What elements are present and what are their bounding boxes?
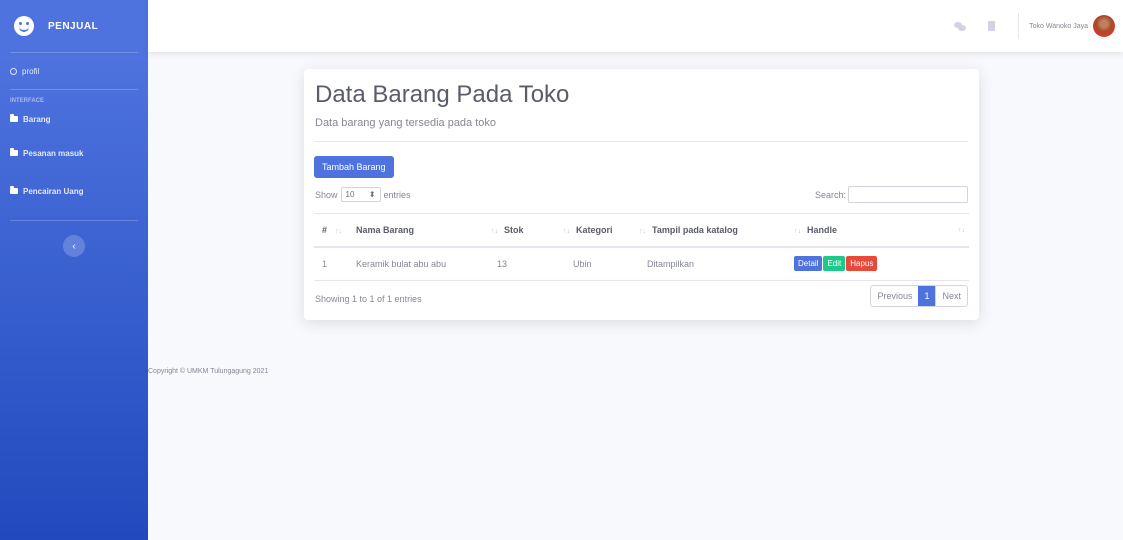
page-title: Data Barang Pada Toko <box>315 81 570 108</box>
smile-icon <box>14 16 34 36</box>
data-card: Data Barang Pada Toko Data barang yang t… <box>304 69 979 320</box>
sidebar-item-profil[interactable]: profil <box>0 53 148 89</box>
pagination: Previous 1 Next <box>870 285 968 307</box>
sidebar-item-label: Barang <box>23 114 51 124</box>
sidebar-item-label: Pencairan Uang <box>23 186 84 196</box>
document-icon[interactable] <box>986 21 998 31</box>
cell-handle: Detail Edit Hapus <box>786 246 969 281</box>
avatar[interactable] <box>1093 15 1115 37</box>
cell-no: 1 <box>314 246 349 281</box>
user-name[interactable]: Toko Wanoko Jaya <box>1029 23 1088 30</box>
detail-button[interactable]: Detail <box>794 256 823 272</box>
show-label: Show <box>315 189 338 200</box>
topbar: Toko Wanoko Jaya <box>148 0 1123 52</box>
cell-kategori: Ubin <box>555 246 632 281</box>
card-divider <box>315 141 968 142</box>
next-button[interactable]: Next <box>935 286 967 306</box>
sidebar-item-label: Pesanan masuk <box>23 148 84 158</box>
sort-icon: ↑↓ <box>958 226 965 234</box>
sort-icon: ↑↓ <box>335 227 343 235</box>
sidebar-divider <box>10 220 138 221</box>
footer-copyright: Copyright © UMKM Tulungagung 2021 <box>148 368 269 375</box>
sidebar-toggle-button[interactable]: ‹ <box>63 235 85 257</box>
column-header-stok[interactable]: ↑↓ Stok <box>483 213 556 248</box>
sort-icon: ↑↓ <box>794 227 802 235</box>
sidebar-heading: INTERFACE <box>10 98 45 104</box>
cell-nama: Keramik bulat abu abu <box>348 246 484 281</box>
folder-icon <box>10 148 18 156</box>
previous-button[interactable]: Previous <box>871 286 918 306</box>
table-info: Showing 1 to 1 of 1 entries <box>315 294 422 304</box>
chat-icon[interactable] <box>954 21 967 31</box>
sort-icon: ↑↓ <box>639 227 647 235</box>
entries-value: 10 <box>345 190 355 199</box>
sidebar-item-barang[interactable]: Barang <box>0 108 148 130</box>
sidebar-item-label: profil <box>22 66 40 76</box>
sidebar-item-pesanan-masuk[interactable]: Pesanan masuk <box>0 136 148 170</box>
search-label: Search: <box>814 189 846 200</box>
delete-button[interactable]: Hapus <box>846 256 878 272</box>
sidebar-brand[interactable]: PENJUAL <box>0 0 148 52</box>
entries-length: Show 10 ⬍ entries <box>315 187 411 202</box>
sort-icon: ↑↓ <box>491 227 499 235</box>
select-arrows-icon: ⬍ <box>368 190 376 199</box>
page-subtitle: Data barang yang tersedia pada toko <box>315 117 497 129</box>
brand-name: PENJUAL <box>48 20 99 32</box>
folder-icon <box>10 186 18 194</box>
page-button-current[interactable]: 1 <box>918 286 936 306</box>
column-header-no[interactable]: # ↑↓ <box>314 213 349 248</box>
column-header-handle[interactable]: ↑↓ Handle ↑↓ <box>786 213 969 248</box>
entries-select[interactable]: 10 ⬍ <box>340 187 381 202</box>
topbar-divider <box>1018 13 1020 39</box>
cell-stok: 13 <box>483 246 556 281</box>
edit-button[interactable]: Edit <box>823 256 846 272</box>
entries-label: entries <box>383 189 411 200</box>
column-header-tampil[interactable]: ↑↓ Tampil pada katalog <box>631 213 787 248</box>
search-filter: Search: <box>815 186 968 203</box>
column-header-kategori[interactable]: ↑↓ Kategori <box>555 213 632 248</box>
chevron-left-icon: ‹ <box>72 240 76 252</box>
sidebar-item-pencairan-uang[interactable]: Pencairan Uang <box>0 174 148 208</box>
cell-tampil: Ditampilkan <box>631 246 787 281</box>
user-circle-icon <box>10 67 17 75</box>
sort-icon: ↑↓ <box>563 227 571 235</box>
table-header-row: # ↑↓ Nama Barang ↑↓ Stok ↑↓ Kategori ↑↓ Tamp… <box>314 213 969 248</box>
column-header-nama[interactable]: Nama Barang <box>348 213 484 248</box>
folder-icon <box>10 114 18 122</box>
search-input[interactable] <box>848 186 968 203</box>
add-item-button[interactable]: Tambah Barang <box>314 156 394 178</box>
sidebar: PENJUAL profil INTERFACE Barang Pesanan … <box>0 0 148 540</box>
table-row: 1 Keramik bulat abu abu 13 Ubin Ditampil… <box>314 246 969 281</box>
items-table: # ↑↓ Nama Barang ↑↓ Stok ↑↓ Kategori ↑↓ Tamp… <box>314 213 969 281</box>
